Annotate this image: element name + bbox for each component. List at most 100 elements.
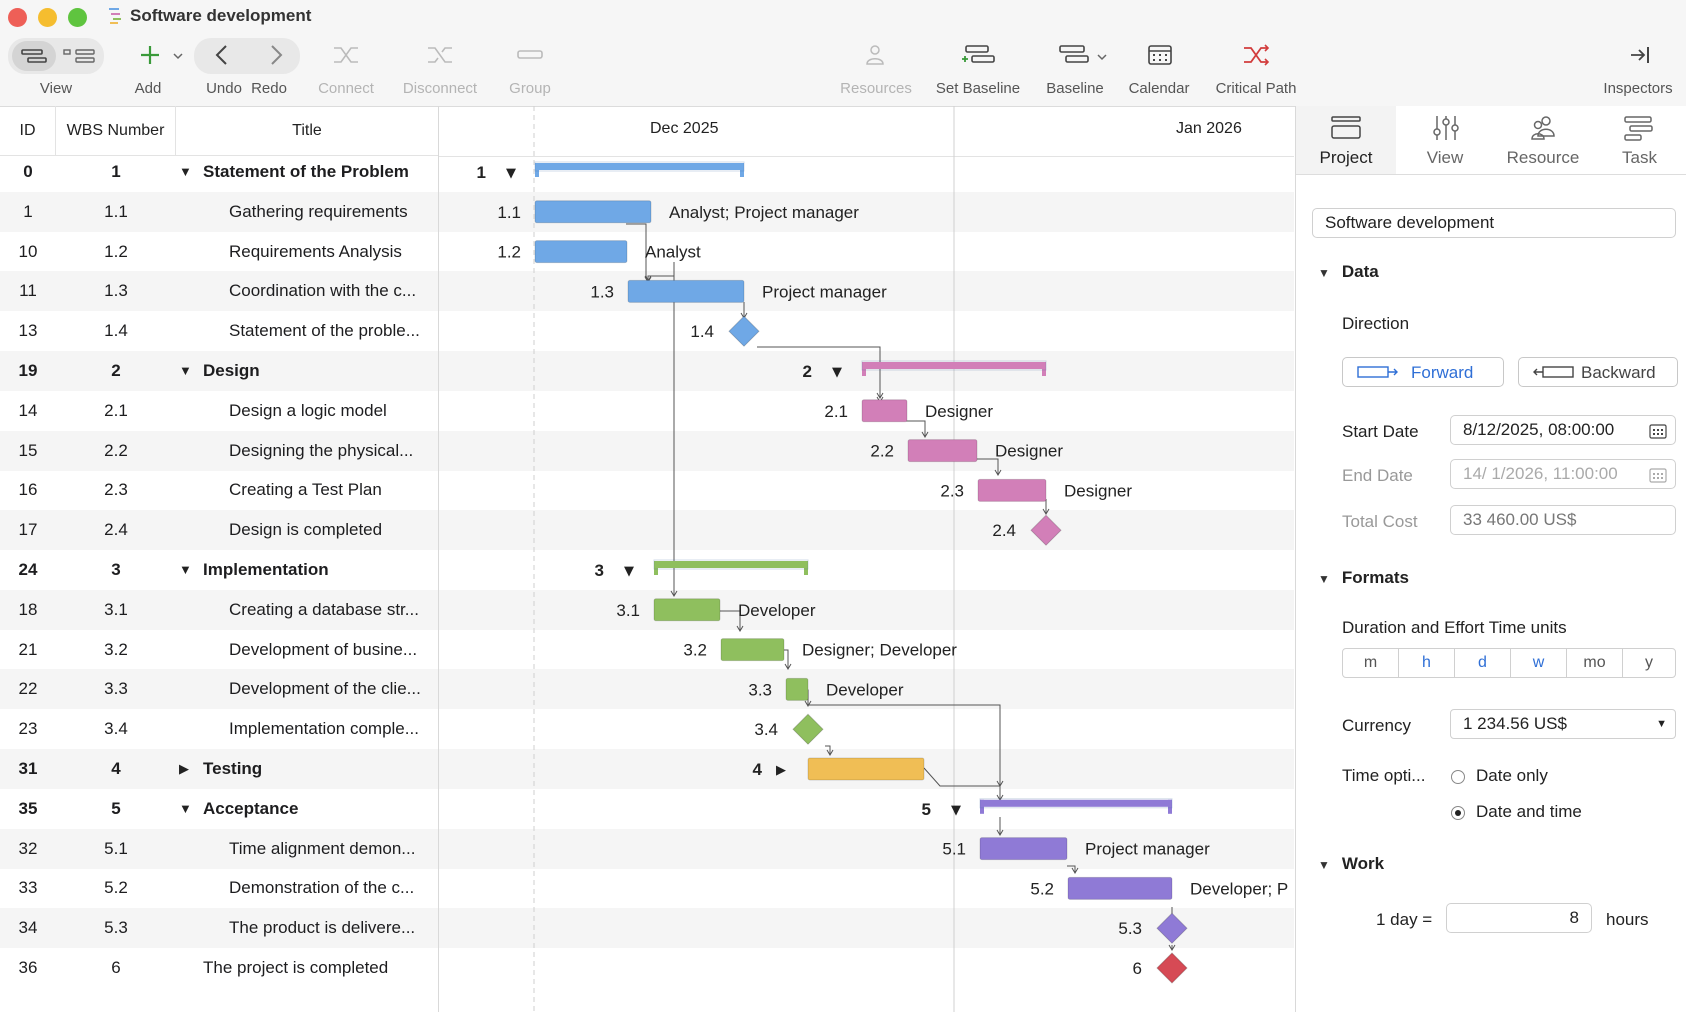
task-bar: [785, 677, 809, 701]
time-unit-h[interactable]: h: [1398, 648, 1455, 678]
time-unit-w[interactable]: w: [1510, 648, 1567, 678]
dependency-link: [647, 262, 675, 282]
milestone-diamond: [792, 713, 824, 745]
summary-bar: [980, 799, 1172, 807]
data-section-header[interactable]: ▼ Data: [1318, 262, 1379, 282]
tab-resource[interactable]: Resource: [1494, 106, 1592, 174]
work-section-title: Work: [1341, 854, 1385, 873]
currency-select[interactable]: 1 234.56 US$ ▼: [1450, 709, 1676, 739]
end-date-value: 14/ 1/2026, 11:00:00: [1463, 464, 1618, 483]
resource-label: Designer: [925, 402, 993, 421]
resource-label: Developer: [826, 680, 904, 699]
total-cost-label: Total Cost: [1342, 512, 1418, 531]
disclosure-expanded-icon: ▼: [832, 365, 842, 380]
date-only-radio[interactable]: [1451, 770, 1465, 784]
inspectors-label: Inspectors: [1603, 80, 1673, 97]
start-date-field[interactable]: 8/12/2025, 08:00:00: [1450, 415, 1676, 445]
backward-icon: [1533, 366, 1574, 378]
milestone-label: 5.3: [1118, 919, 1142, 938]
currency-value: 1 234.56 US$: [1463, 714, 1567, 733]
summary-label: 3: [595, 561, 604, 580]
disclosure-expanded-icon: ▼: [951, 803, 961, 818]
project-icon: [1331, 116, 1361, 139]
summary-bar-cap: [862, 362, 866, 376]
caret-down-icon: ▼: [1318, 572, 1330, 586]
milestone-diamond: [1156, 912, 1188, 944]
time-options-label: Time opti...: [1342, 766, 1426, 785]
milestone-label: 1.4: [690, 322, 714, 341]
task-bar: [720, 638, 785, 662]
tab-task[interactable]: Task: [1592, 106, 1686, 174]
currency-label: Currency: [1342, 716, 1411, 735]
milestone-label: 2.4: [992, 521, 1016, 540]
task-wbs-label: 1.3: [590, 282, 614, 301]
time-unit-m[interactable]: m: [1342, 648, 1399, 678]
tab-project-label: Project: [1319, 148, 1373, 167]
resource-label: Designer; Developer: [802, 641, 957, 660]
time-units-label: Duration and Effort Time units: [1342, 618, 1567, 637]
task-bar: [534, 240, 628, 264]
resource-label: Project manager: [762, 282, 887, 301]
work-section-header[interactable]: ▼ Work: [1318, 854, 1384, 874]
disclosure-expanded-icon: ▼: [624, 564, 634, 579]
time-unit-mo[interactable]: mo: [1566, 648, 1623, 678]
resource-label: Analyst: [645, 243, 701, 262]
start-date-value: 8/12/2025, 08:00:00: [1463, 420, 1615, 439]
summary-bar: [654, 561, 808, 568]
summary-label: 1: [477, 163, 486, 182]
hours-per-day-field[interactable]: 8: [1446, 903, 1592, 933]
dependency-link: [977, 458, 999, 475]
summary-bar-cap: [980, 799, 984, 814]
tab-view[interactable]: View: [1396, 106, 1494, 174]
date-and-time-label: Date and time: [1476, 802, 1582, 821]
chevron-down-icon: ▼: [1656, 718, 1667, 730]
project-name-field[interactable]: Software development: [1312, 208, 1676, 238]
task-bar: [977, 478, 1047, 502]
resource-label: Project manager: [1085, 840, 1210, 859]
backward-label: Backward: [1581, 363, 1656, 382]
task-wbs-label: 1.2: [497, 243, 521, 262]
tab-project[interactable]: Project: [1296, 106, 1396, 175]
summary-bar-cap: [804, 561, 808, 575]
summary-bar-cap: [1168, 799, 1172, 814]
task-bar: [534, 200, 652, 224]
tab-divider: [1296, 174, 1686, 175]
start-date-label: Start Date: [1342, 422, 1419, 441]
tab-task-label: Task: [1622, 148, 1657, 167]
day-equals-label: 1 day =: [1376, 910, 1433, 929]
summary-bar-cap: [740, 163, 744, 177]
forward-button[interactable]: Forward: [1342, 357, 1504, 387]
calendar-icon: [1649, 468, 1667, 483]
task-icon: [1624, 116, 1653, 141]
inspector-panel: Project View Resource Task Software deve…: [1295, 106, 1686, 1012]
summary-label: 2: [803, 362, 812, 381]
formats-section-header[interactable]: ▼ Formats: [1318, 568, 1409, 588]
milestone-label: 3.4: [754, 720, 778, 739]
milestone-diamond: [1156, 952, 1188, 984]
tab-view-label: View: [1426, 148, 1464, 167]
summary-bar-cap: [535, 163, 539, 177]
task-wbs-label: 1.1: [497, 203, 521, 222]
task-bar: [861, 399, 908, 423]
calendar-icon[interactable]: [1649, 423, 1667, 439]
resource-label: Analyst; Project manager: [669, 203, 859, 222]
end-date-field: 14/ 1/2026, 11:00:00: [1450, 459, 1676, 489]
summary-bar-cap: [1042, 362, 1046, 376]
date-and-time-radio[interactable]: [1451, 806, 1465, 820]
sliders-icon: [1433, 116, 1459, 140]
inspectors-button[interactable]: [1620, 40, 1660, 70]
dependency-link: [757, 346, 881, 398]
disclosure-collapsed-icon: ▶: [776, 763, 786, 778]
backward-button[interactable]: Backward: [1518, 357, 1678, 387]
milestone-label: 6: [1133, 959, 1142, 978]
summary-bar: [535, 163, 744, 170]
time-unit-y[interactable]: y: [1622, 648, 1676, 678]
resource-label: Designer: [1064, 481, 1132, 500]
time-unit-d[interactable]: d: [1454, 648, 1511, 678]
task-bar: [627, 279, 745, 303]
formats-section-title: Formats: [1341, 568, 1409, 587]
task-wbs-label: 2.3: [940, 481, 964, 500]
people-icon: [1531, 116, 1555, 140]
task-wbs-label: 5.1: [942, 840, 966, 859]
end-date-label: End Date: [1342, 466, 1413, 485]
